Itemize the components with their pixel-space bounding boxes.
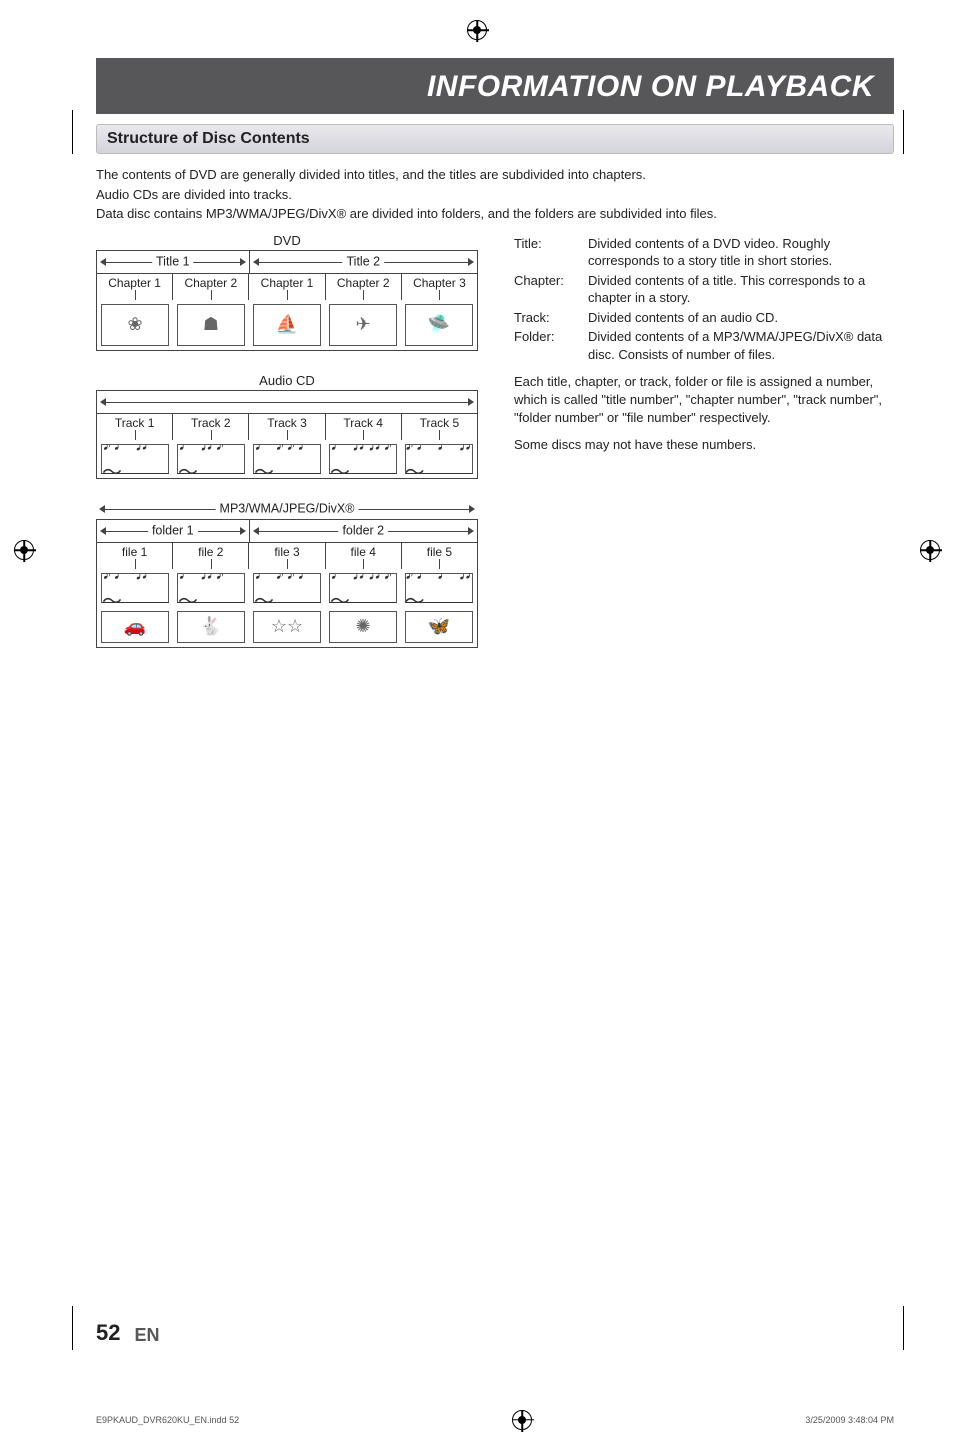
language-code: EN bbox=[134, 1325, 159, 1346]
music-notes-icon: ♩♫♫♪～ bbox=[329, 444, 397, 474]
page-title-banner: INFORMATION ON PLAYBACK bbox=[96, 58, 894, 114]
crop-rule-right bbox=[903, 1306, 904, 1350]
definition-term: Title: bbox=[514, 235, 574, 270]
unit-label: file 2 bbox=[172, 543, 248, 559]
music-notes-icon: ♩♫♪ ～ bbox=[177, 444, 245, 474]
registration-mark-left bbox=[14, 540, 34, 560]
span-label: folder 1 bbox=[148, 523, 198, 537]
print-timestamp: 3/25/2009 3:48:04 PM bbox=[805, 1415, 894, 1425]
paragraph: Each title, chapter, or track, folder or… bbox=[514, 373, 894, 426]
thumbnail-icon: ✺ bbox=[329, 611, 397, 643]
crop-rule-right bbox=[903, 110, 904, 154]
unit-label: Chapter 2 bbox=[172, 274, 248, 290]
definition-term: Track: bbox=[514, 309, 574, 327]
unit-label: Chapter 1 bbox=[97, 274, 172, 290]
span-label: Title 1 bbox=[152, 254, 194, 268]
unit-label: file 5 bbox=[401, 543, 477, 559]
thumbnail-icon: ☗ bbox=[177, 304, 245, 346]
span-label: folder 2 bbox=[338, 523, 388, 537]
unit-label: file 1 bbox=[97, 543, 172, 559]
span-label: Title 2 bbox=[343, 254, 385, 268]
crop-rule-left bbox=[72, 1306, 73, 1350]
thumbnail-icon: 🐇 bbox=[177, 611, 245, 643]
unit-label: Track 2 bbox=[172, 414, 248, 430]
music-notes-icon: ♪♩♩♫～ bbox=[405, 444, 473, 474]
unit-label: Chapter 2 bbox=[325, 274, 401, 290]
music-notes-icon: ♪♩♫ ～ bbox=[101, 444, 169, 474]
page-number: 52 bbox=[96, 1320, 120, 1346]
thumbnail-icon: ❀ bbox=[101, 304, 169, 346]
page-body: INFORMATION ON PLAYBACK Structure of Dis… bbox=[0, 58, 954, 1386]
unit-label: Chapter 1 bbox=[248, 274, 324, 290]
intro-line: Data disc contains MP3/WMA/JPEG/DivX® ar… bbox=[96, 205, 894, 223]
diagram-title: Audio CD bbox=[96, 373, 478, 388]
section-heading: Structure of Disc Contents bbox=[96, 124, 894, 154]
unit-label: file 3 bbox=[248, 543, 324, 559]
thumbnail-icon: 🦋 bbox=[405, 611, 473, 643]
music-notes-icon: ♩♪♪♩ ～ bbox=[253, 573, 321, 603]
unit-label: Track 1 bbox=[97, 414, 172, 430]
unit-label: Track 4 bbox=[325, 414, 401, 430]
definitions-column: Title: Divided contents of a DVD video. … bbox=[514, 233, 894, 670]
diagrams-column: DVD Title 1 Title 2 bbox=[96, 233, 478, 670]
music-notes-icon: ♪♩♫ ～ bbox=[101, 573, 169, 603]
intro-line: Audio CDs are divided into tracks. bbox=[96, 186, 894, 204]
unit-label: Track 5 bbox=[401, 414, 477, 430]
diagram-title: MP3/WMA/JPEG/DivX® bbox=[96, 501, 478, 517]
music-notes-icon: ♩♪♪♩ ～ bbox=[253, 444, 321, 474]
thumbnail-icon: ⛵ bbox=[253, 304, 321, 346]
thumbnail-icon: 🛸 bbox=[405, 304, 473, 346]
crop-rule-left bbox=[72, 110, 73, 154]
data-disc-diagram: MP3/WMA/JPEG/DivX® folder 1 folder 2 bbox=[96, 501, 478, 648]
definition-body: Divided contents of a DVD video. Roughly… bbox=[588, 235, 894, 270]
paragraph: Some discs may not have these numbers. bbox=[514, 436, 894, 454]
intro-line: The contents of DVD are generally divide… bbox=[96, 166, 894, 184]
intro-text: The contents of DVD are generally divide… bbox=[96, 166, 894, 223]
diagram-title: DVD bbox=[96, 233, 478, 248]
definition-term: Folder: bbox=[514, 328, 574, 363]
unit-label: Chapter 3 bbox=[401, 274, 477, 290]
registration-mark-bottom bbox=[512, 1410, 532, 1430]
file-info: E9PKAUD_DVR620KU_EN.indd 52 bbox=[96, 1415, 239, 1425]
music-notes-icon: ♪♩♩♫～ bbox=[405, 573, 473, 603]
unit-label: file 4 bbox=[325, 543, 401, 559]
definition-body: Divided contents of a title. This corres… bbox=[588, 272, 894, 307]
thumbnail-icon: 🚗 bbox=[101, 611, 169, 643]
audio-cd-diagram: Audio CD Track 1 Track 2 Track 3 Track 4… bbox=[96, 373, 478, 479]
thumbnail-icon: ✈ bbox=[329, 304, 397, 346]
definition-body: Divided contents of a MP3/WMA/JPEG/DivX®… bbox=[588, 328, 894, 363]
dvd-diagram: DVD Title 1 Title 2 bbox=[96, 233, 478, 351]
music-notes-icon: ♩♫♪ ～ bbox=[177, 573, 245, 603]
music-notes-icon: ♩♫♫♪～ bbox=[329, 573, 397, 603]
page-footer: 52 EN bbox=[96, 1320, 894, 1346]
registration-mark-top bbox=[0, 20, 954, 40]
registration-mark-right bbox=[920, 540, 940, 560]
definition-term: Chapter: bbox=[514, 272, 574, 307]
unit-label: Track 3 bbox=[248, 414, 324, 430]
definition-body: Divided contents of an audio CD. bbox=[588, 309, 894, 327]
thumbnail-icon: ☆☆ bbox=[253, 611, 321, 643]
print-footer: E9PKAUD_DVR620KU_EN.indd 52 3/25/2009 3:… bbox=[0, 1404, 954, 1440]
